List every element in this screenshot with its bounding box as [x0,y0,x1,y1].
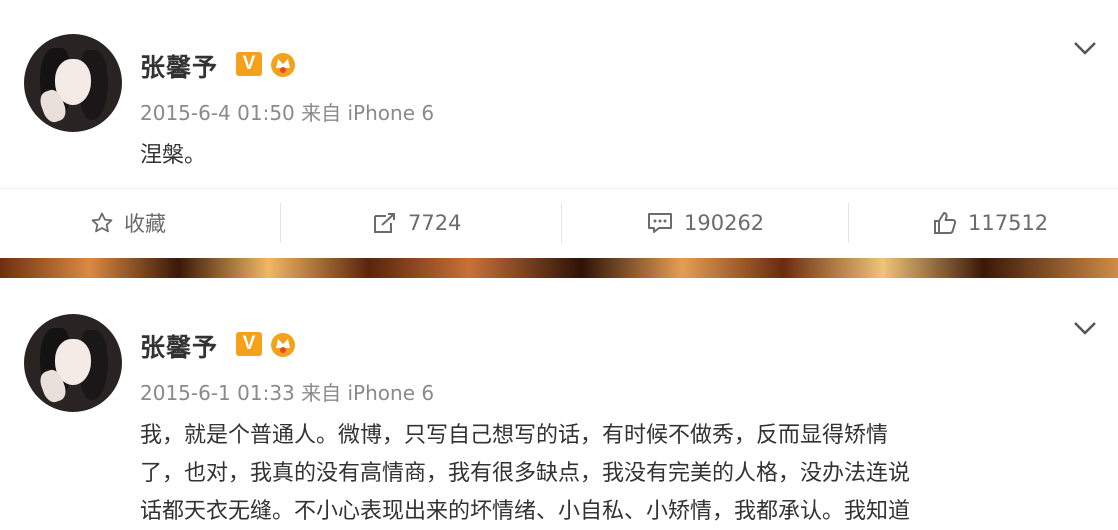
verified-badge: V [236,52,262,76]
separator [280,203,281,243]
username[interactable]: 张馨予 [140,328,218,364]
repost-icon [374,213,395,233]
avatar[interactable] [24,314,122,412]
chevron-down-icon[interactable] [1070,38,1100,58]
comment-icon [648,213,672,233]
star-icon [91,212,113,233]
favorite-label: 收藏 [124,212,166,236]
comment-button[interactable]: 190262 [646,188,764,258]
favorite-button[interactable]: 收藏 [90,188,166,258]
content-line: 话都天衣无缝。不小心表现出来的坏情绪、小自私、小矫情，我都承认。我知道 [140,499,911,524]
like-count: 117512 [968,211,1049,235]
weibo-post-1: 张馨予 V 2015-6-4 01:50 来自 iPhone 6 涅槃。 收藏 … [0,0,1118,258]
avatar[interactable] [24,34,122,132]
post-content: 我，就是个普通人。微博，只写自己想写的话，有时候不做秀，反而显得矫情 了，也对，… [140,418,1080,526]
crown-icon [271,53,295,77]
repost-count: 7724 [408,211,462,235]
post-meta: 2015-6-4 01:50 来自 iPhone 6 [140,101,435,125]
content-line: 我，就是个普通人。微博，只写自己想写的话，有时候不做秀，反而显得矫情 [140,423,889,448]
background-strip [0,258,1118,278]
content-line: 了，也对，我真的没有高情商，我有很多缺点，我没有完美的人格，没办法连说 [140,461,911,486]
username[interactable]: 张馨予 [140,48,218,84]
action-bar: 收藏 7724 190262 117512 [0,188,1118,258]
verified-badge: V [236,332,262,356]
like-button[interactable]: 117512 [932,188,1048,258]
post-content: 涅槃。 [140,143,207,168]
separator [848,203,849,243]
chevron-down-icon[interactable] [1070,318,1100,338]
like-icon [934,212,957,234]
repost-button[interactable]: 7724 [372,188,461,258]
crown-icon [271,333,295,357]
post-meta: 2015-6-1 01:33 来自 iPhone 6 [140,381,435,405]
separator [561,203,562,243]
weibo-post-2: 张馨予 V 2015-6-1 01:33 来自 iPhone 6 我，就是个普通… [0,278,1118,530]
comment-count: 190262 [684,211,765,235]
